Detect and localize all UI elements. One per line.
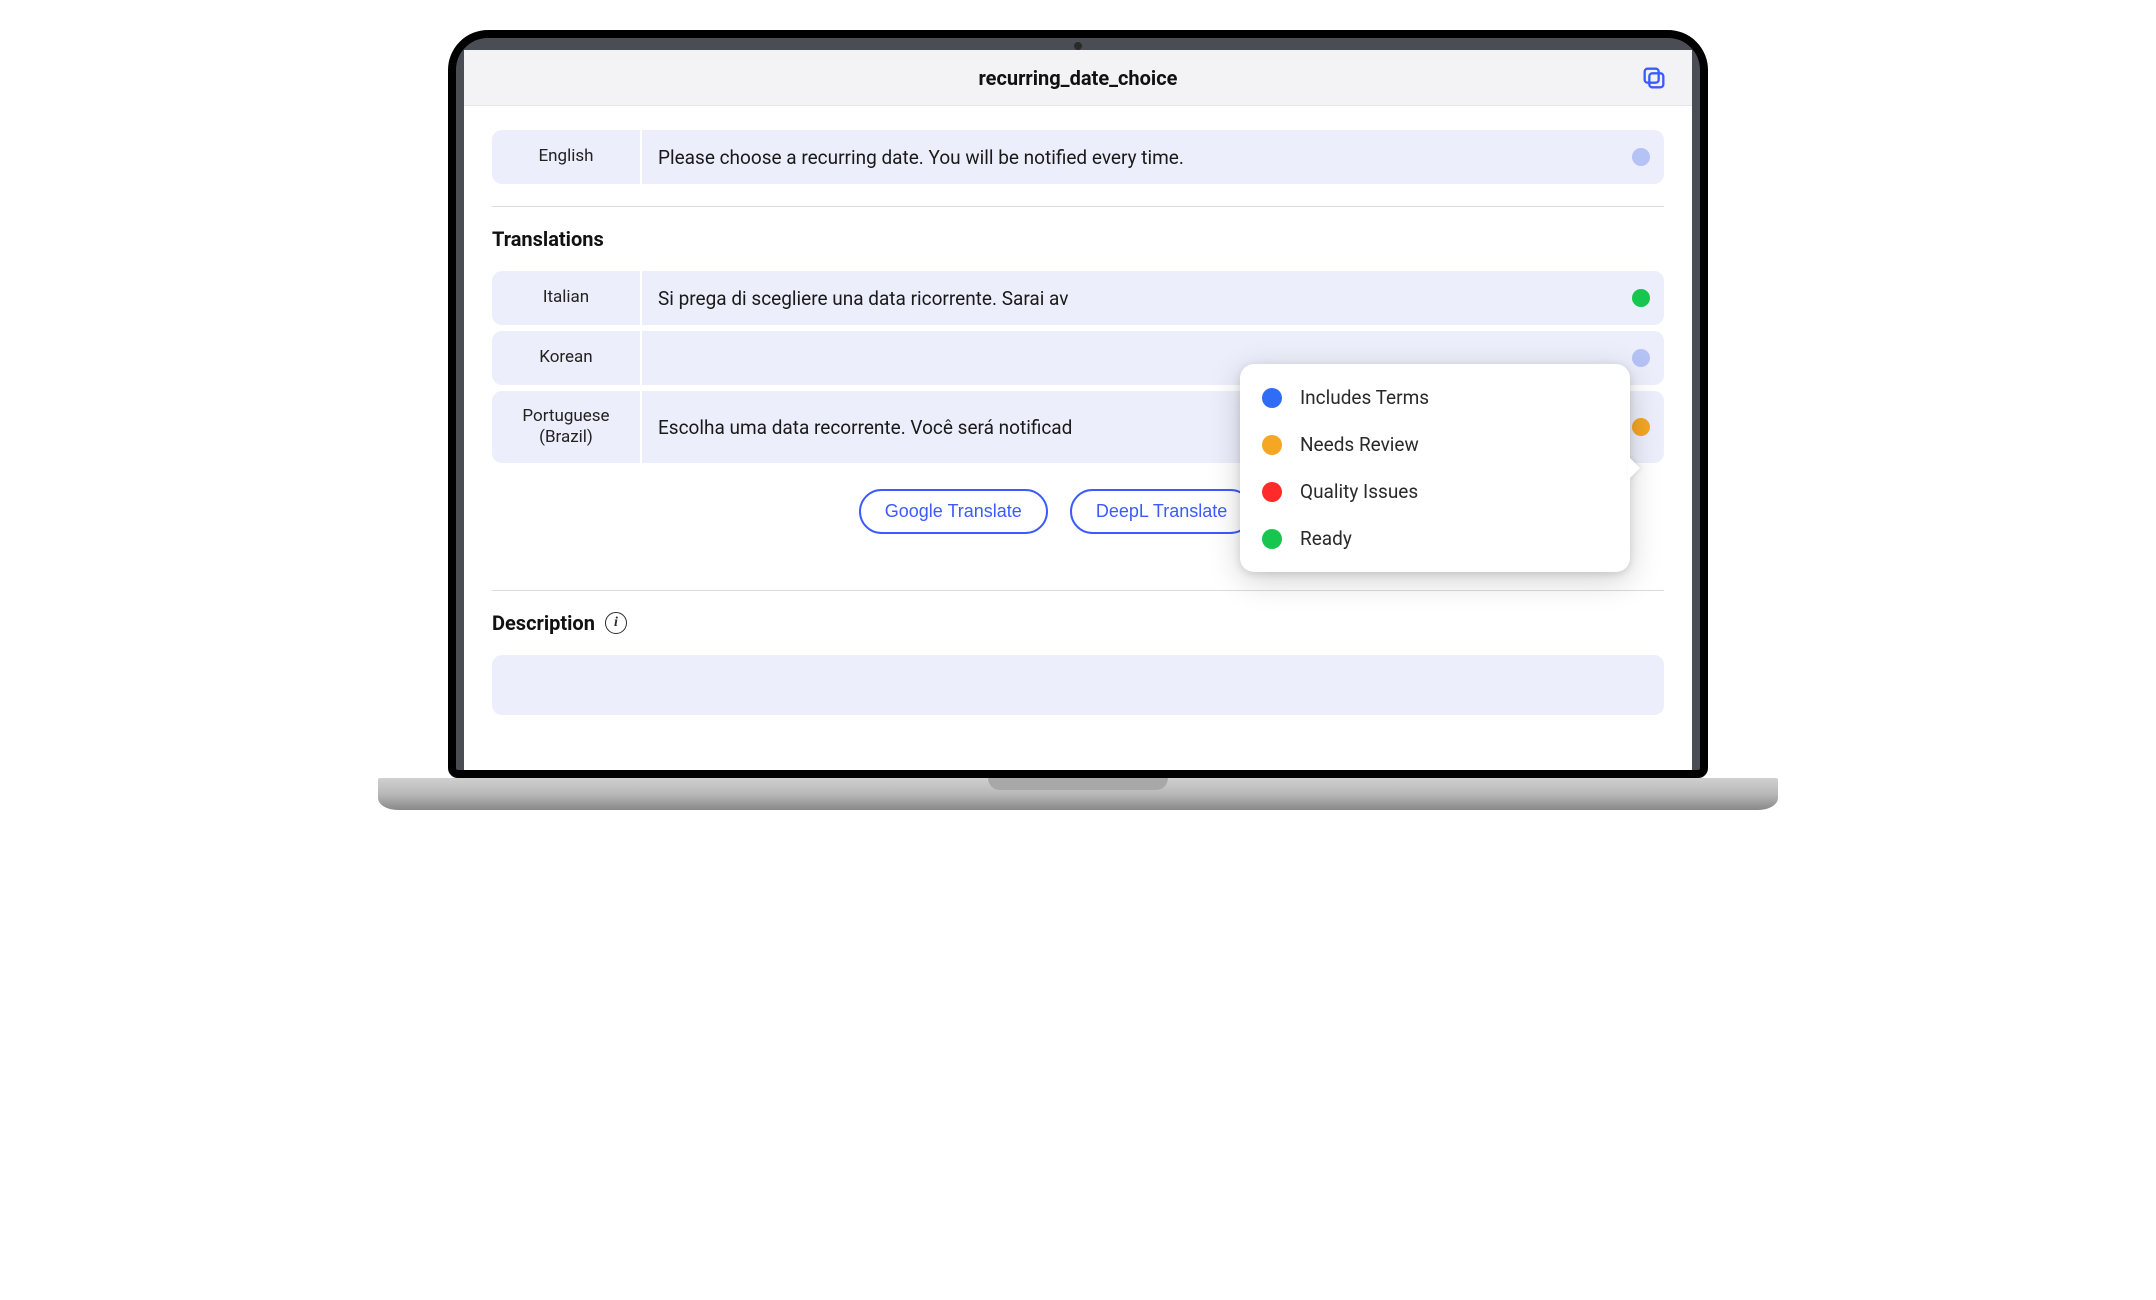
content-area: English Please choose a recurring date. … xyxy=(464,106,1692,715)
status-bullet xyxy=(1262,388,1282,408)
divider xyxy=(492,206,1664,207)
source-status-slot[interactable] xyxy=(1618,130,1664,184)
status-dot xyxy=(1632,148,1650,166)
page-title: recurring_date_choice xyxy=(979,66,1178,90)
laptop-lid: recurring_date_choice English Please cho… xyxy=(448,30,1708,778)
status-option-includes-terms[interactable]: Includes Terms xyxy=(1240,374,1630,421)
app-screen: recurring_date_choice English Please cho… xyxy=(464,50,1692,770)
status-bullet xyxy=(1262,435,1282,455)
source-language-label: English xyxy=(492,130,642,184)
description-input[interactable] xyxy=(492,655,1664,715)
description-section-label: Description i xyxy=(492,611,1664,635)
status-option-ready[interactable]: Ready xyxy=(1240,515,1630,562)
translation-text[interactable]: Si prega di scegliere una data ricorrent… xyxy=(642,271,1618,325)
status-dot xyxy=(1632,349,1650,367)
status-dot xyxy=(1632,418,1650,436)
copy-icon[interactable] xyxy=(1640,64,1668,92)
status-popover: Includes Terms Needs Review Quality Issu… xyxy=(1240,364,1630,572)
status-dot xyxy=(1632,289,1650,307)
description-label-text: Description xyxy=(492,611,595,635)
status-option-label: Needs Review xyxy=(1300,433,1419,456)
info-icon[interactable]: i xyxy=(605,612,627,634)
translation-row-italian[interactable]: Italian Si prega di scegliere una data r… xyxy=(492,271,1664,325)
laptop-device-frame: recurring_date_choice English Please cho… xyxy=(448,30,1708,810)
status-option-label: Quality Issues xyxy=(1300,480,1418,503)
status-option-label: Includes Terms xyxy=(1300,386,1429,409)
status-option-needs-review[interactable]: Needs Review xyxy=(1240,421,1630,468)
status-option-label: Ready xyxy=(1300,527,1352,550)
source-text[interactable]: Please choose a recurring date. You will… xyxy=(642,130,1618,184)
translation-language-label: Portuguese (Brazil) xyxy=(492,391,642,463)
divider xyxy=(492,590,1664,591)
camera-dot xyxy=(1074,42,1082,50)
translation-language-label: Italian xyxy=(492,271,642,325)
translation-language-label: Korean xyxy=(492,331,642,385)
source-language-row[interactable]: English Please choose a recurring date. … xyxy=(492,130,1664,184)
laptop-base xyxy=(378,778,1778,810)
translation-status-slot[interactable] xyxy=(1618,271,1664,325)
status-bullet xyxy=(1262,529,1282,549)
app-header: recurring_date_choice xyxy=(464,50,1692,106)
translations-section-label: Translations xyxy=(492,227,1664,251)
google-translate-button[interactable]: Google Translate xyxy=(859,489,1048,534)
status-bullet xyxy=(1262,482,1282,502)
status-option-quality-issues[interactable]: Quality Issues xyxy=(1240,468,1630,515)
deepl-translate-button[interactable]: DeepL Translate xyxy=(1070,489,1253,534)
